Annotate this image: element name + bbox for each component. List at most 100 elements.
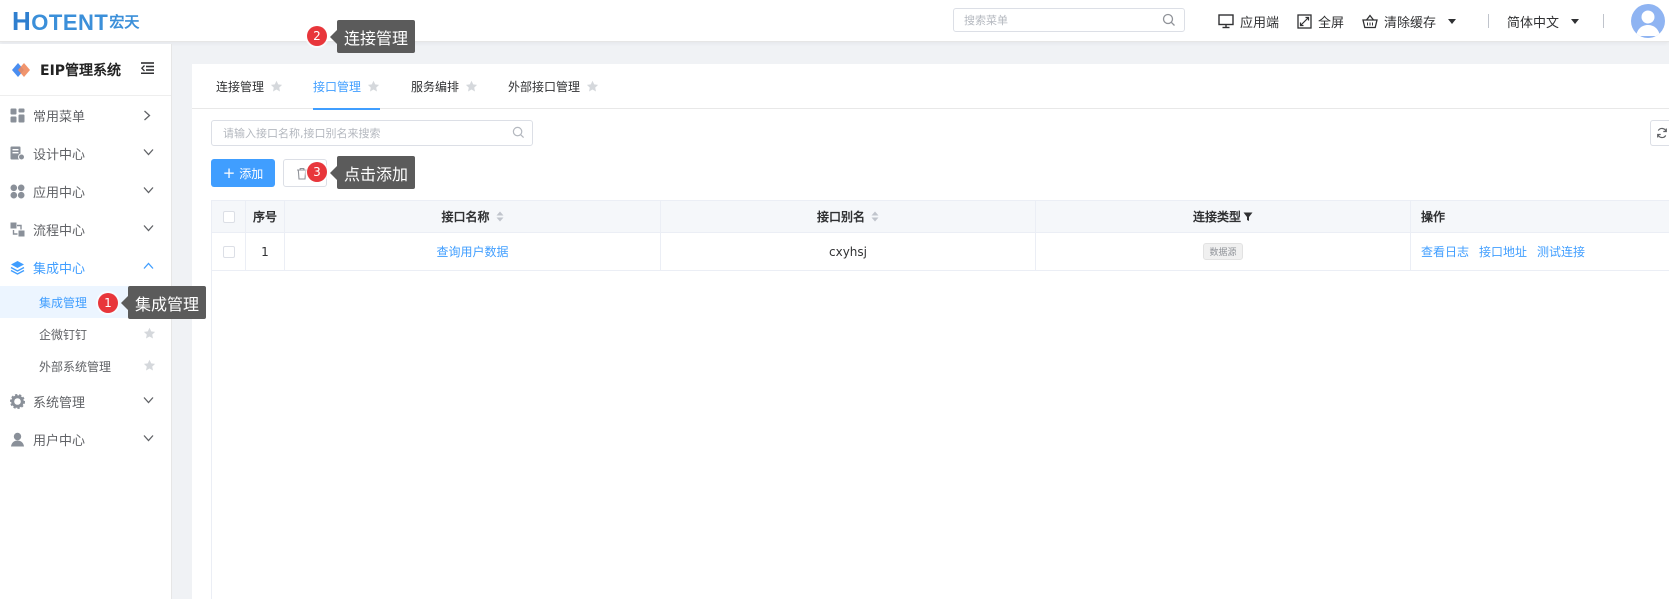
star-icon[interactable] bbox=[143, 327, 156, 340]
tab-interface-management[interactable]: 接口管理 bbox=[313, 64, 381, 110]
design-icon bbox=[10, 146, 25, 160]
menu-flow-center[interactable]: 流程中心 bbox=[0, 210, 171, 248]
sidebar-item-external-systems[interactable]: 外部系统管理 bbox=[0, 350, 171, 382]
filter-icon[interactable] bbox=[1243, 212, 1253, 222]
logo-word: OTENT bbox=[31, 9, 109, 35]
client-label: 应用端 bbox=[1240, 15, 1280, 31]
chevron-down-icon bbox=[143, 225, 154, 232]
select-all-checkbox[interactable] bbox=[222, 210, 235, 223]
menu-common-label: 常用菜单 bbox=[33, 109, 86, 125]
table-row: 1 查询用户数据 cxyhsj 数据源 查看日志 接口地址 测试连接 bbox=[212, 233, 1669, 271]
logo-letter: H bbox=[12, 5, 32, 36]
sidebar: EIP管理系统 常用菜单 设计中心 应用中心 流程中心 集成中心 集成管理 企微… bbox=[0, 44, 172, 599]
clear-cache-label: 清除缓存 bbox=[1384, 15, 1437, 31]
sort-icon[interactable] bbox=[496, 211, 504, 222]
chevron-up-icon bbox=[143, 262, 154, 269]
menu-integration-center[interactable]: 集成中心 bbox=[0, 248, 171, 286]
user-avatar-icon bbox=[1636, 10, 1660, 36]
test-connection-link[interactable]: 测试连接 bbox=[1537, 243, 1585, 260]
logo-cn: 宏天 bbox=[109, 12, 140, 31]
sidebar-item-label: 集成管理 bbox=[39, 295, 88, 310]
client-button[interactable]: 应用端 bbox=[1218, 12, 1279, 31]
header-select-cell bbox=[212, 201, 246, 232]
column-header-ops: 操作 bbox=[1421, 210, 1446, 224]
star-icon[interactable] bbox=[143, 359, 156, 372]
menu-design-center-label: 设计中心 bbox=[33, 147, 86, 163]
menu-search-box bbox=[953, 8, 1185, 32]
logo[interactable]: HOTENT 宏天 bbox=[12, 6, 139, 36]
step-tooltip-2: 连接管理 bbox=[329, 20, 416, 53]
column-header-name-label: 接口名称 bbox=[441, 210, 490, 224]
monitor-icon bbox=[1218, 13, 1234, 28]
system-logo-icon bbox=[12, 62, 30, 77]
star-icon[interactable] bbox=[586, 80, 599, 93]
step-badge-3: 3 bbox=[307, 162, 327, 182]
menu-integration-center-label: 集成中心 bbox=[33, 261, 86, 277]
row-type-cell: 数据源 bbox=[1036, 233, 1411, 270]
tab-connection-management[interactable]: 连接管理 bbox=[216, 64, 283, 109]
row-ops-cell: 查看日志 接口地址 测试连接 bbox=[1411, 233, 1669, 270]
plus-icon: + bbox=[222, 163, 236, 182]
language-select[interactable]: 简体中文 bbox=[1507, 12, 1580, 31]
avatar[interactable] bbox=[1631, 4, 1665, 38]
sidebar-item-wecom-dingtalk[interactable]: 企微钉钉 bbox=[0, 318, 171, 350]
menu-app-center[interactable]: 应用中心 bbox=[0, 172, 171, 210]
star-icon[interactable] bbox=[270, 80, 283, 93]
refresh-icon bbox=[1657, 127, 1667, 139]
column-header-name[interactable]: 接口名称 bbox=[285, 201, 661, 232]
basket-icon bbox=[1362, 13, 1378, 28]
column-header-type-label: 连接类型 bbox=[1192, 210, 1241, 224]
tab-label: 连接管理 bbox=[216, 80, 265, 94]
refresh-button[interactable] bbox=[1650, 120, 1669, 146]
add-button[interactable]: + 添加 bbox=[211, 159, 275, 187]
row-select-cell bbox=[212, 233, 246, 270]
user-icon bbox=[11, 432, 24, 446]
divider bbox=[1603, 14, 1605, 28]
menu-common[interactable]: 常用菜单 bbox=[0, 96, 171, 134]
column-header-alias[interactable]: 接口别名 bbox=[661, 201, 1036, 232]
chevron-down-icon bbox=[1448, 18, 1457, 24]
menu-search-input[interactable] bbox=[954, 9, 1154, 31]
fullscreen-button[interactable]: 全屏 bbox=[1297, 12, 1344, 31]
chevron-down-icon bbox=[143, 187, 154, 194]
sidebar-item-label: 外部系统管理 bbox=[39, 359, 112, 374]
interface-search-box bbox=[211, 120, 533, 146]
chevron-down-icon bbox=[143, 435, 154, 442]
step-badge-1: 1 bbox=[98, 293, 118, 313]
dashboard-icon bbox=[10, 108, 25, 122]
sort-icon[interactable] bbox=[871, 211, 879, 222]
fullscreen-label: 全屏 bbox=[1318, 15, 1345, 31]
step-tooltip-1: 集成管理 bbox=[120, 286, 207, 319]
menu-system-management[interactable]: 系统管理 bbox=[0, 382, 171, 420]
apps-icon bbox=[10, 184, 25, 198]
column-header-alias-label: 接口别名 bbox=[816, 210, 865, 224]
menu-system-management-label: 系统管理 bbox=[33, 395, 86, 411]
tab-label: 服务编排 bbox=[411, 80, 460, 94]
star-icon[interactable] bbox=[367, 80, 380, 93]
menu-design-center[interactable]: 设计中心 bbox=[0, 134, 171, 172]
collapse-sidebar-icon[interactable] bbox=[141, 62, 154, 74]
clear-cache-button[interactable]: 清除缓存 bbox=[1362, 12, 1457, 31]
tab-label: 外部接口管理 bbox=[508, 80, 581, 94]
search-icon[interactable] bbox=[1162, 13, 1176, 27]
add-button-label: 添加 bbox=[239, 166, 264, 181]
interface-name-link[interactable]: 查询用户数据 bbox=[436, 243, 508, 260]
tab-external-interface-management[interactable]: 外部接口管理 bbox=[508, 64, 599, 109]
view-log-link[interactable]: 查看日志 bbox=[1421, 243, 1469, 260]
tab-service-orchestration[interactable]: 服务编排 bbox=[411, 64, 478, 109]
logo-text: HOTENT bbox=[12, 6, 108, 37]
chevron-down-icon bbox=[143, 149, 154, 156]
row-name-cell: 查询用户数据 bbox=[285, 233, 661, 270]
search-icon[interactable] bbox=[512, 126, 525, 139]
menu-app-center-label: 应用中心 bbox=[33, 185, 86, 201]
menu-user-center[interactable]: 用户中心 bbox=[0, 420, 171, 458]
top-header: HOTENT 宏天 应用端 全屏 清除缓存 简体中文 bbox=[0, 0, 1669, 42]
sidebar-item-label: 企微钉钉 bbox=[39, 327, 88, 342]
fullscreen-icon bbox=[1297, 13, 1312, 29]
interface-address-link[interactable]: 接口地址 bbox=[1479, 243, 1527, 260]
star-icon[interactable] bbox=[465, 80, 478, 93]
table-header: 序号 接口名称 接口别名 连接类型 操作 bbox=[212, 200, 1669, 233]
interface-search-input[interactable] bbox=[212, 121, 502, 145]
column-header-type[interactable]: 连接类型 bbox=[1036, 201, 1411, 232]
row-checkbox[interactable] bbox=[222, 245, 235, 258]
